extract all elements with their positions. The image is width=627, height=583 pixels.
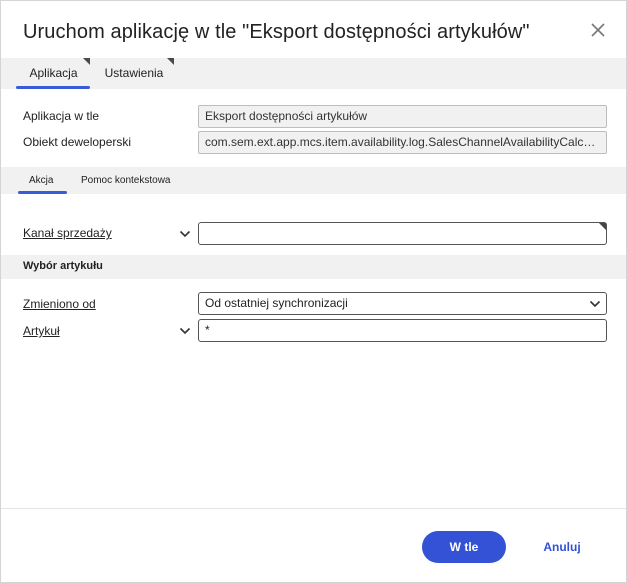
input-corner-marker [599, 223, 606, 230]
channel-chevron-down-icon[interactable] [179, 230, 191, 238]
item-value: * [205, 323, 210, 337]
app-label: Aplikacja w tle [23, 109, 100, 123]
changed-since-label-text: Zmieniono od [23, 297, 96, 311]
subtab-pomoc-kontekstowa[interactable]: Pomoc kontekstowa [81, 167, 171, 194]
channel-label: Kanał sprzedaży [23, 226, 112, 240]
run-in-background-button[interactable]: W tle [422, 531, 506, 563]
item-label-text: Artykuł [23, 324, 60, 338]
section-title: Wybór artykułu [23, 260, 103, 272]
dialog-title: Uruchom aplikację w tle "Eksport dostępn… [23, 21, 530, 43]
channel-input[interactable] [198, 222, 607, 245]
item-chevron-down-icon[interactable] [179, 327, 191, 335]
chevron-down-icon [589, 300, 601, 308]
footer-divider [1, 508, 626, 509]
item-input[interactable]: * [198, 319, 607, 342]
cancel-button[interactable]: Anuluj [533, 531, 591, 563]
tab-label: Ustawienia [104, 66, 164, 80]
active-tab-indicator [16, 86, 90, 89]
tab-ustawienia[interactable]: Ustawienia [94, 58, 174, 89]
tab-aplikacja[interactable]: Aplikacja [17, 58, 90, 89]
changed-since-label: Zmieniono od [23, 297, 96, 311]
sub-tabs: Akcja Pomoc kontekstowa [1, 167, 626, 194]
tab-corner-marker [167, 58, 174, 65]
app-field: Eksport dostępności artykułów [198, 105, 607, 128]
dev-object-field: com.sem.ext.app.mcs.item.availability.lo… [198, 131, 607, 154]
channel-label-text: Kanał sprzedaży [23, 226, 112, 240]
changed-since-value: Od ostatniej synchronizacji [205, 296, 348, 310]
changed-since-select[interactable]: Od ostatniej synchronizacji [198, 292, 607, 315]
dev-object-label: Obiekt deweloperski [23, 135, 132, 149]
item-label: Artykuł [23, 324, 60, 338]
main-tabs: Aplikacja Ustawienia [1, 58, 626, 89]
tab-label: Aplikacja [29, 66, 78, 80]
subtab-akcja[interactable]: Akcja [29, 167, 53, 194]
close-icon[interactable] [587, 19, 609, 41]
active-subtab-indicator [18, 191, 67, 194]
dialog: Uruchom aplikację w tle "Eksport dostępn… [0, 0, 627, 583]
section-header: Wybór artykułu [1, 255, 626, 279]
tab-corner-marker [83, 58, 90, 65]
